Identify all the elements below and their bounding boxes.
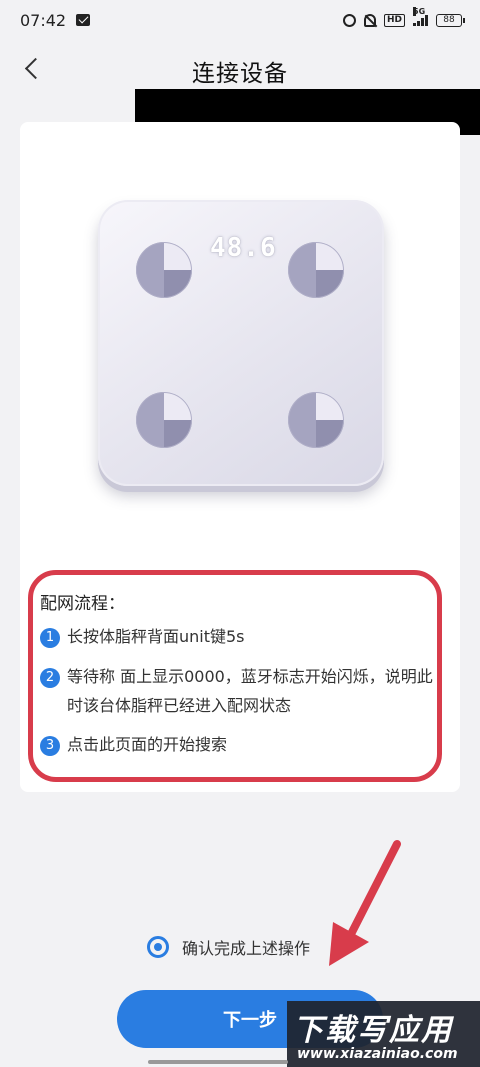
- scale-display: 48.6: [210, 233, 277, 263]
- signal-icon: 5G: [413, 7, 428, 26]
- confirm-checkbox[interactable]: 确认完成上述操作: [147, 935, 310, 959]
- step-text: 等待称 面上显示0000，蓝牙标志开始闪烁，说明此时该台体脂秤已经进入配网状态: [67, 667, 433, 715]
- radio-checked-icon[interactable]: [147, 936, 169, 958]
- scale-electrode: [288, 242, 344, 298]
- battery-icon: 88: [436, 13, 465, 27]
- steps-title: 配网流程：: [40, 594, 125, 614]
- scale-electrode: [288, 392, 344, 448]
- step-number: 1: [40, 628, 60, 648]
- scale-electrode: [136, 392, 192, 448]
- notification-icon: [76, 14, 91, 26]
- step-number: 2: [40, 668, 60, 688]
- step-item: 2 等待称 面上显示0000，蓝牙标志开始闪烁，说明此时该台体脂秤已经进入配网状…: [40, 666, 435, 720]
- pointer-arrow-icon: [329, 840, 401, 966]
- step-text: 点击此页面的开始搜索: [67, 735, 228, 754]
- alarm-icon: [342, 13, 356, 27]
- watermark-site: www.xiazainiao.com: [297, 1046, 458, 1062]
- mute-icon: [363, 13, 376, 27]
- watermark-logo: 下载写应用 www.xiazainiao.com: [287, 1001, 480, 1067]
- home-indicator[interactable]: [148, 1060, 288, 1064]
- step-number: 3: [40, 736, 60, 756]
- page-title: 连接设备: [192, 61, 288, 87]
- hd-icon: HD: [383, 13, 405, 27]
- status-bar: 07:42 HD 5G 88: [0, 0, 480, 40]
- scale-electrode: [136, 242, 192, 298]
- step-text: 长按体脂秤背面unit键5s: [67, 627, 245, 646]
- status-time: 07:42: [20, 10, 67, 30]
- watermark-title: 下载写应用: [293, 1013, 453, 1048]
- step-item: 1 长按体脂秤背面unit键5s: [40, 626, 245, 651]
- confirm-label: 确认完成上述操作: [182, 939, 311, 958]
- step-item: 3 点击此页面的开始搜索: [40, 734, 227, 759]
